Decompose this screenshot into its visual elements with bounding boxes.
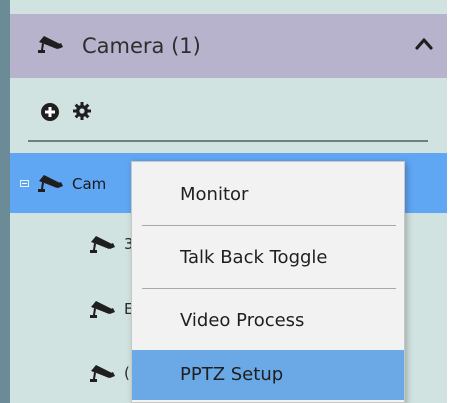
camera-icon xyxy=(90,301,115,318)
collapse-node-icon[interactable] xyxy=(20,180,29,187)
chevron-up-icon[interactable] xyxy=(415,36,433,50)
menu-item-talk-back-toggle[interactable]: Talk Back Toggle xyxy=(132,233,404,283)
tree-item-label: Cam xyxy=(72,175,107,193)
menu-separator xyxy=(142,288,396,289)
panel-header[interactable]: Camera (1) xyxy=(10,14,447,78)
menu-item-pptz-setup[interactable]: PPTZ Setup xyxy=(132,350,404,400)
menu-separator xyxy=(142,225,396,226)
camera-icon xyxy=(90,365,115,382)
camera-panel-screen: Camera (1) Cam 3 E (Monitor Talk Back T… xyxy=(0,0,457,403)
camera-icon xyxy=(38,36,63,53)
context-menu: Monitor Talk Back Toggle Video Process P… xyxy=(131,161,405,403)
gear-icon[interactable] xyxy=(72,101,92,121)
camera-icon xyxy=(90,236,115,253)
panel-toolbar xyxy=(10,78,447,142)
left-edge-strip xyxy=(0,0,10,403)
camera-icon xyxy=(38,175,63,192)
menu-item-monitor[interactable]: Monitor xyxy=(132,170,404,220)
add-circle-icon[interactable] xyxy=(40,102,60,122)
menu-item-video-process[interactable]: Video Process xyxy=(132,296,404,346)
panel-title: Camera (1) xyxy=(82,34,201,58)
toolbar-divider xyxy=(28,140,428,142)
tree-child-label: ( xyxy=(124,364,130,382)
